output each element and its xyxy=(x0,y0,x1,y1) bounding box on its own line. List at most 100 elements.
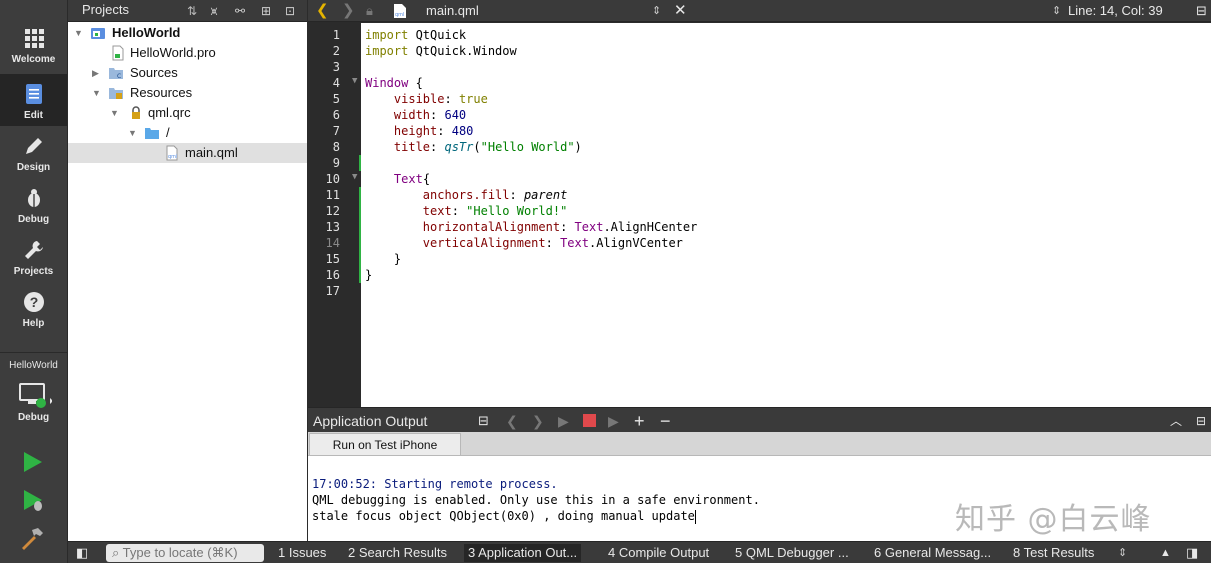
attach-debugger-icon[interactable]: ▶ xyxy=(608,411,619,431)
hammer-icon[interactable] xyxy=(18,524,46,552)
mode-label: Welcome xyxy=(11,54,56,65)
close-pane-icon[interactable]: ⊡ xyxy=(282,3,298,19)
line-number: 9 xyxy=(332,156,340,170)
target-project-label: HelloWorld xyxy=(9,360,58,371)
line-number: 7 xyxy=(332,124,340,138)
mode-label: Help xyxy=(22,318,45,329)
mode-label: Debug xyxy=(17,214,50,225)
close-output-icon[interactable]: ⊟ xyxy=(1196,411,1206,431)
close-document-icon[interactable]: ✕ xyxy=(674,2,687,20)
cursor-dropdown-icon[interactable]: ⇕ xyxy=(1052,2,1061,20)
mode-edit[interactable]: Edit xyxy=(0,74,67,126)
filter-icon[interactable]: ⩙ xyxy=(206,3,222,19)
mode-help[interactable]: ? Help xyxy=(0,282,67,334)
tree-item-pro-file[interactable]: HelloWorld.pro xyxy=(68,43,307,63)
line-number: 8 xyxy=(332,140,340,154)
split-editor-icon[interactable]: ⊟ xyxy=(1196,2,1207,20)
forward-arrow-icon[interactable]: ❯ xyxy=(342,2,355,20)
expand-arrow-icon[interactable]: ▼ xyxy=(128,126,138,140)
expand-arrow-icon[interactable]: ▼ xyxy=(74,26,84,40)
line-number: 13 xyxy=(325,220,340,234)
link-icon[interactable]: ⚯ xyxy=(232,3,248,19)
line-number: 17 xyxy=(325,284,340,298)
pane-tab-compile-output[interactable]: 4 Compile Output xyxy=(608,544,709,562)
pane-tab-search-results[interactable]: 2 Search Results xyxy=(348,544,447,562)
pane-tab-qml-debugger[interactable]: 5 QML Debugger ... xyxy=(735,544,849,562)
projects-title[interactable]: Projects xyxy=(82,2,129,17)
pane-tab-general-messages[interactable]: 6 General Messag... xyxy=(874,544,991,562)
expand-arrow-icon[interactable]: ▼ xyxy=(110,106,120,120)
tree-item-label: HelloWorld.pro xyxy=(130,45,216,60)
kit-selector[interactable]: Debug xyxy=(0,378,67,430)
maximize-pane-icon[interactable]: ︿ xyxy=(1170,411,1182,431)
line-number: 2 xyxy=(332,44,340,58)
mode-label: Design xyxy=(16,162,51,173)
toggle-right-sidebar-icon[interactable]: ◨ xyxy=(1186,544,1198,562)
qrc-lock-icon xyxy=(132,106,140,119)
tree-item-root-prefix[interactable]: ▼ / xyxy=(68,123,307,143)
pane-tab-issues[interactable]: 1 Issues xyxy=(278,544,326,562)
tree-item-label: Sources xyxy=(130,65,178,80)
qt-project-icon xyxy=(91,28,105,39)
line-number: 12 xyxy=(325,204,340,218)
fold-marker-icon[interactable]: ▼ xyxy=(352,169,357,185)
run-icon[interactable] xyxy=(18,448,46,476)
tree-item-helloworld[interactable]: ▼ HelloWorld xyxy=(68,23,307,43)
zoom-out-icon[interactable]: − xyxy=(660,411,671,431)
collapsed-arrow-icon[interactable]: ▶ xyxy=(92,66,102,80)
split-icon[interactable]: ⊞ xyxy=(258,3,274,19)
expand-arrow-icon[interactable]: ▼ xyxy=(92,86,102,100)
document-icon xyxy=(25,84,42,104)
tree-item-qrc[interactable]: ▼ qml.qrc xyxy=(68,103,307,123)
toggle-sidebar-icon[interactable]: ◧ xyxy=(76,544,88,562)
rerun-icon[interactable]: ▶ xyxy=(558,411,569,431)
locator-input[interactable]: ⌕ Type to locate (⌘K) xyxy=(106,544,264,562)
line-number: 5 xyxy=(332,92,340,106)
question-icon: ? xyxy=(23,292,44,312)
qml-file-icon: qml xyxy=(166,145,178,161)
svg-text:qml: qml xyxy=(168,154,177,160)
pane-tab-test-results[interactable]: 8 Test Results xyxy=(1013,544,1094,562)
lock-icon[interactable]: 🔒︎ xyxy=(366,2,373,20)
output-tab-run[interactable]: Run on Test iPhone xyxy=(309,433,461,455)
svg-text:C: C xyxy=(117,73,121,80)
code-editor[interactable]: import QtQuick import QtQuick.Window Win… xyxy=(361,23,1211,407)
projects-pane-header: Projects ⇅ ⩙ ⚯ ⊞ ⊡ xyxy=(68,0,307,22)
status-bar: ◧ ⌕ Type to locate (⌘K) 1 Issues 2 Searc… xyxy=(68,541,1211,563)
output-tab-bar: Run on Test iPhone xyxy=(308,432,1211,456)
document-dropdown-icon[interactable]: ⇕ xyxy=(652,2,661,20)
show-output-icon[interactable]: ▲ xyxy=(1160,544,1171,562)
bug-icon xyxy=(27,189,40,207)
pencil-icon xyxy=(25,138,42,154)
tree-item-label: Resources xyxy=(130,85,193,100)
clear-output-icon[interactable]: ⊟ xyxy=(478,411,489,431)
cursor-position[interactable]: Line: 14, Col: 39 xyxy=(1068,2,1163,20)
tree-item-main-qml[interactable]: qml main.qml xyxy=(68,143,307,163)
locator-placeholder: Type to locate (⌘K) xyxy=(122,545,238,560)
mode-label: Projects xyxy=(13,266,54,277)
fold-marker-icon[interactable]: ▼ xyxy=(352,73,357,89)
next-item-icon[interactable]: ❯ xyxy=(532,411,544,431)
source-folder-icon: C xyxy=(109,68,123,80)
debug-run-icon[interactable] xyxy=(18,486,46,514)
output-line: QML debugging is enabled. Only use this … xyxy=(312,493,760,507)
prev-item-icon[interactable]: ❮ xyxy=(506,411,518,431)
divider xyxy=(0,352,67,353)
stop-icon[interactable] xyxy=(583,414,596,427)
back-arrow-icon[interactable]: ❮ xyxy=(316,2,329,20)
updown-icon[interactable]: ⇅ xyxy=(184,3,200,19)
pane-dropdown-icon[interactable]: ⇕ xyxy=(1118,544,1127,562)
pane-tab-application-output[interactable]: 3 Application Out... xyxy=(464,544,582,562)
open-document-label[interactable]: main.qml xyxy=(426,2,479,20)
tree-item-sources[interactable]: ▶ C Sources xyxy=(68,63,307,83)
zoom-in-icon[interactable]: + xyxy=(634,411,645,431)
mode-debug[interactable]: Debug xyxy=(0,178,67,230)
mode-welcome[interactable]: Welcome xyxy=(0,18,67,70)
line-number: 6 xyxy=(332,108,340,122)
wrench-icon xyxy=(24,241,43,259)
line-number: 10 xyxy=(325,172,340,186)
qml-file-icon: qml xyxy=(394,4,406,18)
mode-design[interactable]: Design xyxy=(0,126,67,178)
mode-projects[interactable]: Projects xyxy=(0,230,67,282)
tree-item-resources[interactable]: ▼ Resources xyxy=(68,83,307,103)
